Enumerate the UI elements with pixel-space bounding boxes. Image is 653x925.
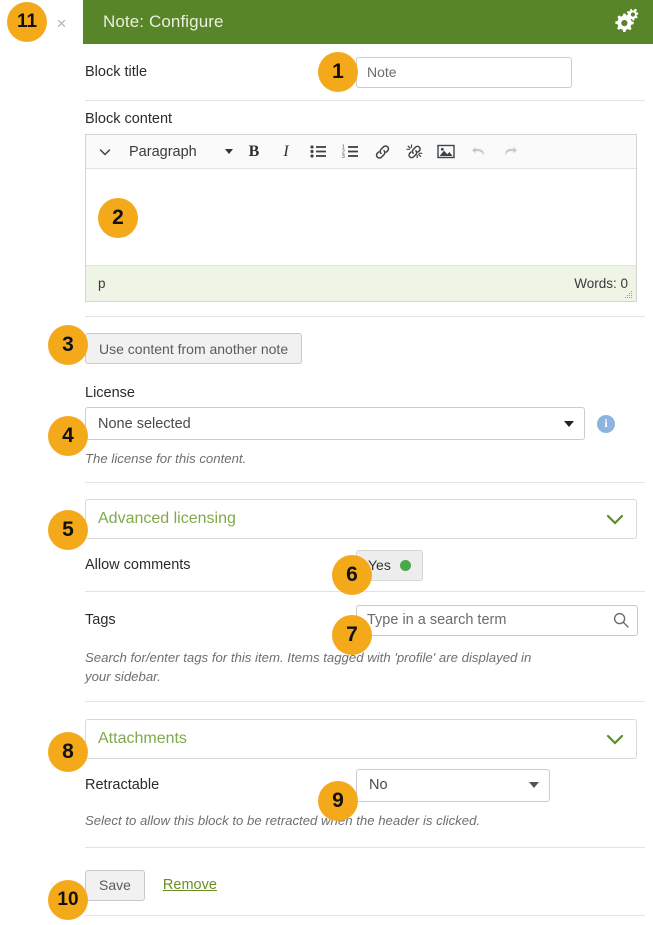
image-icon[interactable]	[431, 138, 461, 165]
callout-badge-8: 8	[48, 732, 88, 772]
paragraph-format-label: Paragraph	[129, 143, 197, 160]
block-content-label: Block content	[85, 111, 173, 127]
advanced-licensing-row: Advanced licensing	[0, 483, 653, 540]
license-select[interactable]: None selected	[85, 407, 585, 440]
editor-status-bar: p Words: 0	[86, 265, 636, 301]
numbered-list-icon[interactable]: 1 2 3	[335, 138, 365, 165]
redo-icon[interactable]	[495, 138, 525, 165]
license-select-value: None selected	[98, 415, 191, 432]
gear-icon[interactable]	[611, 8, 641, 36]
tags-search-input[interactable]	[356, 604, 638, 636]
remove-link[interactable]: Remove	[163, 877, 217, 893]
bold-button[interactable]: B	[239, 138, 269, 165]
callout-badge-11: 11	[7, 2, 47, 42]
chevron-down-icon	[225, 149, 233, 154]
bullet-list-icon[interactable]	[303, 138, 333, 165]
advanced-licensing-section-toggle[interactable]: Advanced licensing	[85, 499, 637, 540]
unlink-icon[interactable]	[399, 138, 429, 165]
editor-word-count: Words: 0	[574, 276, 628, 291]
form-actions: Save Remove	[0, 848, 653, 915]
divider	[85, 914, 645, 916]
chevron-down-icon	[606, 730, 624, 748]
chevron-down-icon	[564, 420, 574, 427]
chevron-down-icon	[529, 782, 539, 789]
tags-label: Tags	[85, 612, 116, 629]
attachments-section-toggle[interactable]: Attachments	[85, 719, 637, 760]
tags-search-wrapper	[356, 604, 638, 636]
use-content-from-another-note-button[interactable]: Use content from another note	[85, 333, 303, 364]
allow-comments-label: Allow comments	[85, 557, 191, 574]
resize-grip[interactable]	[624, 290, 633, 299]
retractable-select[interactable]: No	[356, 768, 550, 802]
chevron-down-icon	[606, 510, 624, 528]
callout-badge-6: 6	[332, 555, 372, 595]
tags-help-text: Search for/enter tags for this item. Ite…	[85, 650, 532, 685]
use-content-row: Use content from another note	[0, 317, 653, 385]
advanced-licensing-label: Advanced licensing	[98, 510, 236, 528]
rich-text-editor: Paragraph B I 1 2 3 p Words: 0	[85, 134, 637, 302]
allow-comments-row: Allow comments Yes	[0, 539, 653, 591]
callout-badge-1: 1	[318, 52, 358, 92]
retractable-select-value: No	[369, 777, 388, 794]
callout-badge-10: 10	[48, 880, 88, 920]
page-title: Note: Configure	[103, 12, 224, 31]
paragraph-format-dropdown[interactable]: Paragraph	[122, 138, 237, 165]
retractable-label: Retractable	[85, 777, 160, 794]
window-titlebar: Note: Configure	[83, 0, 653, 44]
tags-row: Tags Search for/enter tags for this item…	[0, 592, 653, 701]
status-indicator-dot	[399, 559, 411, 571]
editor-element-path: p	[98, 276, 106, 291]
callout-badge-2: 2	[98, 198, 138, 238]
info-icon[interactable]: i	[597, 414, 615, 433]
undo-icon[interactable]	[463, 138, 493, 165]
block-title-input[interactable]	[356, 56, 572, 88]
chevron-down-icon[interactable]	[90, 138, 120, 165]
block-content-row: Block content Paragraph B I 1 2 3 p Word…	[0, 101, 653, 302]
block-title-label: Block title	[85, 64, 148, 80]
attachments-label: Attachments	[98, 730, 187, 748]
callout-badge-3: 3	[48, 325, 88, 365]
license-label: License	[85, 385, 135, 401]
license-row: License None selected i The license for …	[0, 385, 653, 482]
svg-text:3: 3	[342, 154, 345, 159]
callout-badge-7: 7	[332, 615, 372, 655]
callout-badge-5: 5	[48, 510, 88, 550]
callout-badge-9: 9	[318, 781, 358, 821]
attachments-row: Attachments	[0, 702, 653, 760]
italic-button[interactable]: I	[271, 138, 301, 165]
retractable-help-text: Select to allow this block to be retract…	[85, 813, 481, 829]
callout-badge-4: 4	[48, 416, 88, 456]
license-help-text: The license for this content.	[85, 451, 247, 466]
save-button[interactable]: Save	[85, 869, 145, 901]
block-content-textarea[interactable]	[86, 169, 636, 265]
link-icon[interactable]	[367, 138, 397, 165]
editor-toolbar: Paragraph B I 1 2 3	[86, 135, 636, 169]
